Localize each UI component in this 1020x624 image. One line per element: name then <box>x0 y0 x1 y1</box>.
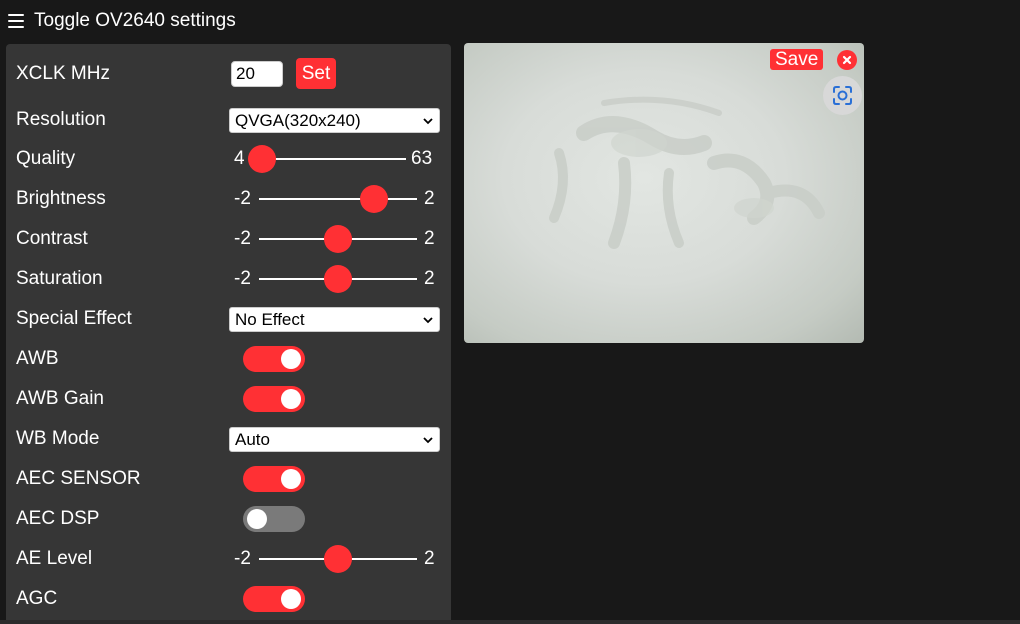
resolution-select[interactable]: QVGA(320x240) <box>229 108 440 133</box>
ae-level-slider[interactable] <box>259 539 417 579</box>
stream-image <box>549 96 825 249</box>
contrast-max: 2 <box>424 228 435 249</box>
save-button[interactable]: Save <box>770 49 824 70</box>
slider-thumb[interactable] <box>359 185 388 213</box>
aec-dsp-toggle[interactable] <box>243 506 305 532</box>
wb-mode-select[interactable]: Auto <box>229 427 440 452</box>
awb-label: AWB <box>16 348 59 369</box>
chevron-down-icon <box>423 118 433 125</box>
slider-track <box>254 158 406 160</box>
brightness-max: 2 <box>424 188 435 209</box>
slider-track <box>259 198 417 200</box>
resolution-row: Resolution QVGA(320x240) <box>6 100 451 140</box>
slider-thumb[interactable] <box>324 225 352 253</box>
slider-thumb[interactable] <box>248 145 276 173</box>
awb-gain-row: AWB Gain <box>6 379 451 419</box>
xclk-label: XCLK MHz <box>16 63 110 84</box>
contrast-slider[interactable] <box>259 219 417 259</box>
wb-mode-label: WB Mode <box>16 428 100 449</box>
resolution-value: QVGA(320x240) <box>235 111 361 130</box>
fullscreen-icon <box>833 86 852 105</box>
contrast-min: -2 <box>234 228 251 249</box>
header: Toggle OV2640 settings <box>0 0 1020 42</box>
settings-panel: XCLK MHz Set Resolution QVGA(320x240) Qu… <box>6 44 451 624</box>
aec-dsp-row: AEC DSP <box>6 499 451 539</box>
contrast-label: Contrast <box>16 228 88 249</box>
special-effect-select[interactable]: No Effect <box>229 307 440 332</box>
ae-level-label: AE Level <box>16 548 93 569</box>
awb-gain-toggle[interactable] <box>243 386 305 412</box>
special-effect-row: Special Effect No Effect <box>6 299 451 339</box>
settings-toggle-title[interactable]: Toggle OV2640 settings <box>34 10 236 32</box>
xclk-input[interactable] <box>231 61 283 87</box>
toggle-knob <box>281 469 301 489</box>
fullscreen-button[interactable] <box>823 76 862 115</box>
ae-level-row: AE Level -2 2 <box>6 539 451 579</box>
slider-thumb[interactable] <box>324 265 352 293</box>
brightness-label: Brightness <box>16 188 106 209</box>
close-stream-button[interactable] <box>837 50 857 70</box>
quality-row: Quality 4 63 <box>6 139 451 179</box>
quality-max: 63 <box>411 148 433 169</box>
ae-level-max: 2 <box>424 548 435 569</box>
saturation-slider[interactable] <box>259 259 417 299</box>
stream-view <box>464 43 864 343</box>
chevron-down-icon <box>423 317 433 324</box>
toggle-knob <box>281 389 301 409</box>
saturation-label: Saturation <box>16 268 103 289</box>
quality-slider[interactable] <box>248 139 406 179</box>
aec-sensor-toggle[interactable] <box>243 466 305 492</box>
quality-min: 4 <box>234 148 245 169</box>
toggle-knob <box>281 349 301 369</box>
contrast-row: Contrast -2 2 <box>6 219 451 259</box>
saturation-row: Saturation -2 2 <box>6 259 451 299</box>
toggle-knob <box>247 509 267 529</box>
brightness-min: -2 <box>234 188 251 209</box>
aec-sensor-label: AEC SENSOR <box>16 468 141 489</box>
awb-gain-label: AWB Gain <box>16 388 104 409</box>
hamburger-icon[interactable] <box>8 14 24 28</box>
saturation-max: 2 <box>424 268 435 289</box>
close-icon <box>842 55 852 65</box>
aec-sensor-row: AEC SENSOR <box>6 459 451 499</box>
agc-label: AGC <box>16 588 58 609</box>
ae-level-min: -2 <box>234 548 251 569</box>
awb-toggle[interactable] <box>243 346 305 372</box>
wb-mode-row: WB Mode Auto <box>6 419 451 459</box>
aec-dsp-label: AEC DSP <box>16 508 100 529</box>
toggle-knob <box>281 589 301 609</box>
bottom-scrollbar[interactable] <box>0 620 1020 624</box>
agc-toggle[interactable] <box>243 586 305 612</box>
brightness-row: Brightness -2 2 <box>6 179 451 219</box>
quality-label: Quality <box>16 148 76 169</box>
saturation-min: -2 <box>234 268 251 289</box>
xclk-set-button[interactable]: Set <box>296 58 336 89</box>
agc-row: AGC <box>6 579 451 619</box>
wb-mode-value: Auto <box>235 430 270 449</box>
special-effect-label: Special Effect <box>16 308 132 329</box>
brightness-slider[interactable] <box>259 179 417 219</box>
resolution-label: Resolution <box>16 109 106 130</box>
special-effect-value: No Effect <box>235 310 305 329</box>
xclk-row: XCLK MHz Set <box>6 54 451 94</box>
slider-thumb[interactable] <box>324 545 352 573</box>
chevron-down-icon <box>423 437 433 444</box>
awb-row: AWB <box>6 339 451 379</box>
